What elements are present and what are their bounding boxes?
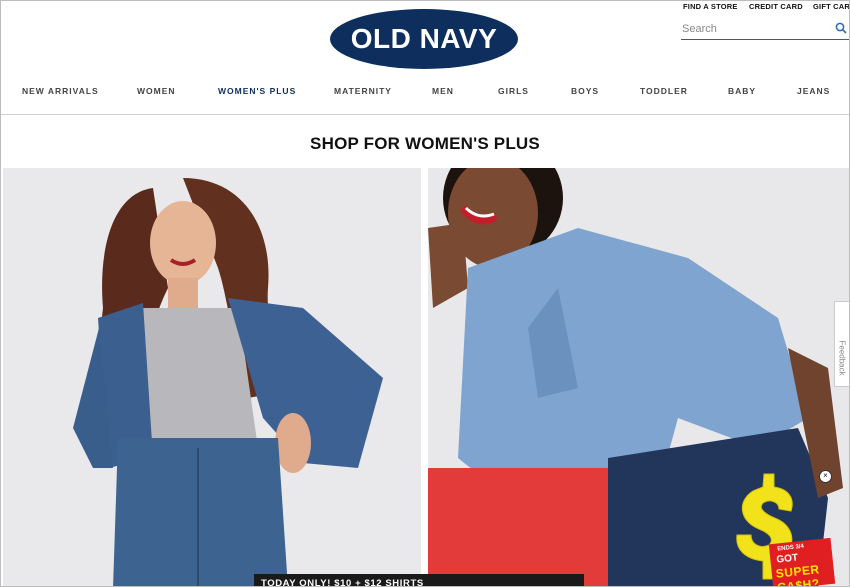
feedback-tab[interactable]: Feedback (834, 301, 849, 387)
badge-ends-text: ENDS 3/4 (777, 543, 805, 553)
nav-toddler[interactable]: TODDLER (640, 86, 688, 96)
nav-women[interactable]: WOMEN (137, 86, 176, 96)
nav-womens-plus[interactable]: WOMEN'S PLUS (218, 86, 296, 96)
main-nav: NEW ARRIVALS WOMEN WOMEN'S PLUS MATERNIT… (1, 86, 849, 98)
credit-card-link[interactable]: CREDIT CARD (749, 2, 803, 11)
nav-boys[interactable]: BOYS (571, 86, 599, 96)
nav-jeans[interactable]: JEANS (797, 86, 830, 96)
header-divider (1, 114, 849, 115)
nav-new-arrivals[interactable]: NEW ARRIVALS (22, 86, 99, 96)
close-icon[interactable]: × (819, 470, 832, 483)
super-cash-badge[interactable]: ENDS 3/4 GOT SUPER CA$H? (768, 537, 836, 586)
nav-maternity[interactable]: MATERNITY (334, 86, 392, 96)
nav-baby[interactable]: BABY (728, 86, 756, 96)
feedback-label: Feedback (837, 340, 847, 376)
product-photo-left[interactable] (3, 168, 421, 586)
search-icon[interactable] (835, 22, 847, 34)
old-navy-logo[interactable]: OLD NAVY (330, 9, 518, 69)
search-input[interactable] (681, 20, 832, 38)
logo-text: OLD NAVY (350, 23, 498, 54)
nav-girls[interactable]: GIRLS (498, 86, 529, 96)
search-box[interactable] (681, 19, 849, 40)
page-title: SHOP FOR WOMEN'S PLUS (310, 134, 540, 153)
page-frame: FIND A STORE CREDIT CARD GIFT CARD OLD N… (0, 0, 850, 587)
promo-bar[interactable]: TODAY ONLY! $10 + $12 SHIRTS (254, 574, 584, 586)
find-a-store-link[interactable]: FIND A STORE (683, 2, 738, 11)
nav-men[interactable]: MEN (432, 86, 454, 96)
gift-card-link[interactable]: GIFT CARD (813, 2, 849, 11)
